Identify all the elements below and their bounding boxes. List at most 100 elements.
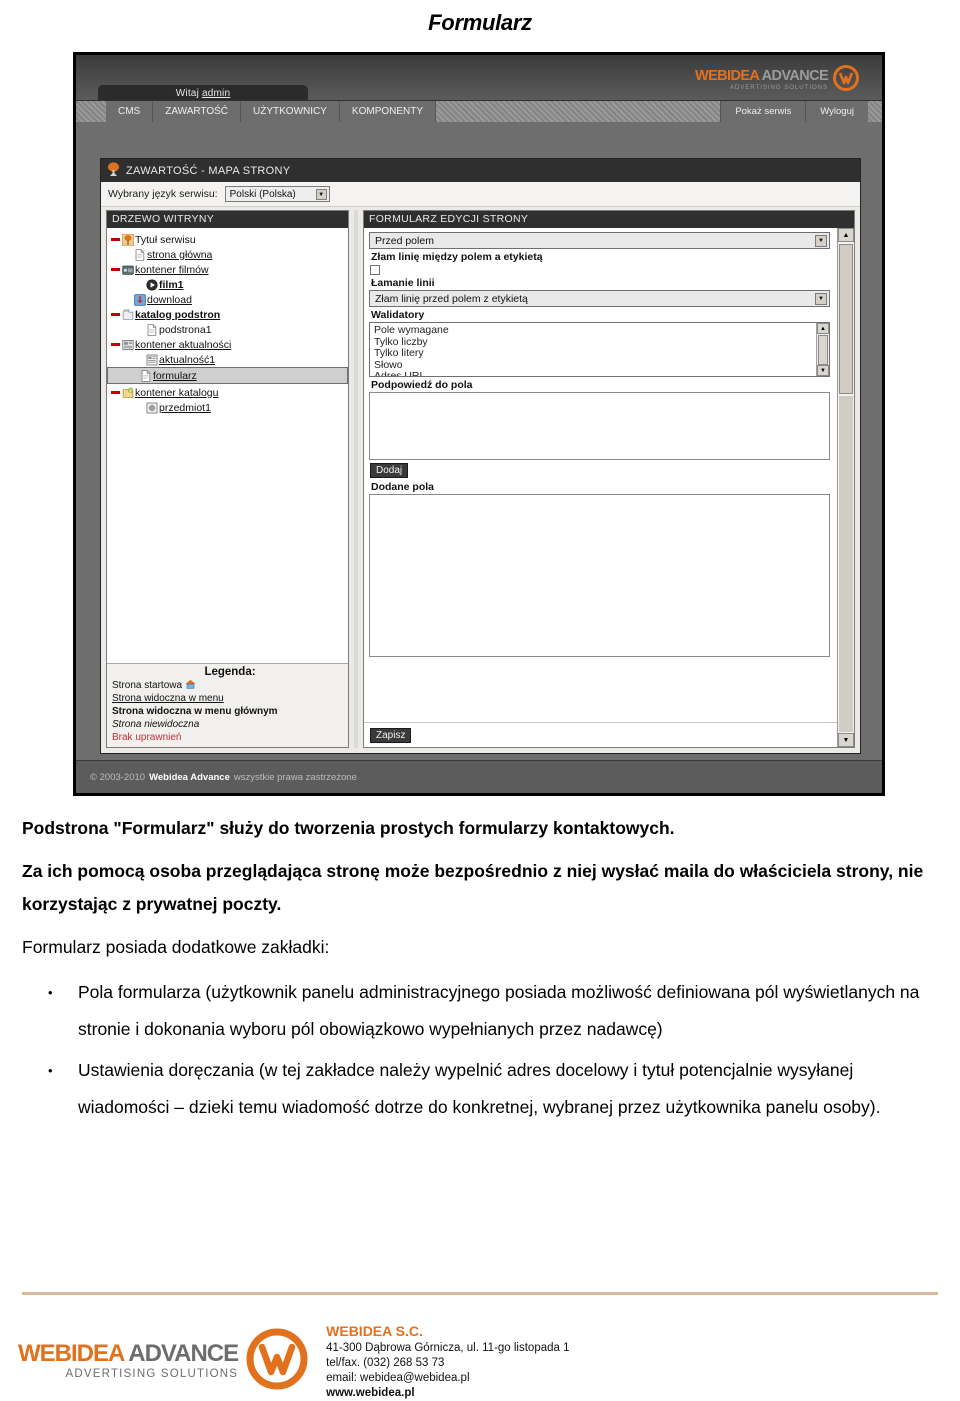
scroll-track[interactable]	[839, 396, 853, 732]
tree-node-label: kontener katalogu	[135, 386, 219, 399]
tree-node-katalog-podstron[interactable]: katalog podstron	[107, 307, 348, 322]
added-fields-textarea[interactable]	[369, 494, 830, 657]
menu-item-uzytkownicy[interactable]: UŻYTKOWNICY	[241, 101, 340, 123]
tree-node-tytu-serwisu[interactable]: Tytuł serwisu	[107, 232, 348, 247]
scroll-down-icon[interactable]: ▼	[817, 365, 829, 376]
add-button[interactable]: Dodaj	[370, 463, 409, 478]
tree-node-label: przedmiot1	[159, 401, 211, 414]
legend-no-permission: Brak uprawnień	[112, 732, 182, 743]
field-hint-textarea[interactable]	[369, 392, 830, 460]
menu-item-wyloguj[interactable]: Wyloguj	[805, 101, 868, 123]
tree-node-strona-g-wna[interactable]: strona główna	[107, 247, 348, 262]
paragraph-2: Za ich pomocą osoba przeglądająca stronę…	[22, 861, 924, 914]
legend-in-menu: Strona widoczna w menu	[112, 693, 224, 704]
scroll-down-icon[interactable]: ▼	[838, 733, 854, 747]
tree-collapse-icon[interactable]	[111, 238, 120, 241]
app-logo-tagline: ADVERTISING SOLUTIONS	[729, 83, 829, 91]
validator-option[interactable]: Słowo	[374, 359, 829, 372]
edit-form-body: Przed polem ▼ Złam linię między polem a …	[364, 228, 854, 722]
tree-node-download[interactable]: download	[107, 292, 348, 307]
footer-logo-word2: ADVANCE	[128, 1340, 239, 1368]
document-footer: WEBIDEA ADVANCE ADVERTISING SOLUTIONS WE…	[0, 1310, 960, 1401]
site-tree[interactable]: Tytuł serwisu strona główna kontener filmó…	[107, 228, 348, 663]
footer-logo-tagline: ADVERTISING SOLUTIONS	[65, 1368, 239, 1381]
tree-node-kontener-aktualno-ci[interactable]: kontener aktualności	[107, 337, 348, 352]
app-logo: WEBIDEA ADVANCE ADVERTISING SOLUTIONS	[695, 63, 870, 97]
tree-node-kontener-film-w[interactable]: kontener filmów	[107, 262, 348, 277]
footer-divider	[22, 1292, 938, 1295]
legend-title: Legenda:	[204, 666, 256, 678]
validator-option[interactable]: Adres URL	[374, 370, 829, 376]
language-select[interactable]: Polski (Polska) ▼	[224, 186, 330, 202]
tree-node-label: download	[147, 293, 192, 306]
tree-node-podstrona1[interactable]: podstrona1	[107, 322, 348, 337]
validators-listbox[interactable]: Pole wymagane Tylko liczby Tylko litery …	[369, 322, 830, 377]
form-panel-scrollbar[interactable]: ▲ ▼	[837, 228, 854, 747]
app-screenshot: Witaj admin WEBIDEA ADVANCE ADVERTISING …	[73, 52, 885, 796]
greeting-user-link[interactable]: admin	[202, 88, 230, 99]
tree-collapse-icon[interactable]	[111, 391, 120, 394]
language-bar: Wybrany język serwisu: Polski (Polska) ▼	[101, 182, 860, 207]
chevron-down-icon: ▼	[815, 293, 827, 305]
validator-option[interactable]: Tylko liczby	[374, 336, 829, 349]
page-icon	[134, 248, 146, 261]
footer-address: 41-300 Dąbrowa Górnicza, ul. 11-go listo…	[326, 1342, 570, 1354]
tree-node-film1[interactable]: film1	[107, 277, 348, 292]
app-menu-right: Pokaż serwis Wyloguj	[720, 101, 868, 123]
tree-node-kontener-katalogu[interactable]: kontener katalogu	[107, 385, 348, 400]
validator-option[interactable]: Pole wymagane	[374, 324, 829, 337]
field-position-select[interactable]: Przed polem ▼	[369, 232, 830, 249]
validator-option[interactable]: Tylko litery	[374, 347, 829, 360]
film-icon	[146, 278, 158, 291]
news-icon	[146, 354, 158, 366]
tree-node-label: Tytuł serwisu	[135, 233, 196, 246]
legend-box: Legenda: Strona startowa Strona widoczna…	[107, 663, 348, 747]
field-position-value: Przed polem	[375, 234, 434, 247]
tree-collapse-icon[interactable]	[111, 343, 120, 346]
menu-item-cms[interactable]: CMS	[106, 101, 154, 123]
site-tree-header: DRZEWO WITRYNY	[107, 211, 348, 228]
scroll-thumb[interactable]	[818, 335, 828, 365]
footer-logo-word1: WEBIDEA	[18, 1340, 124, 1368]
tree-collapse-icon[interactable]	[111, 313, 120, 316]
feature-list: Pola formularza (użytkownik panelu admin…	[0, 974, 960, 1126]
footer-company-name: WEBIDEA S.C.	[326, 1323, 423, 1339]
tree-collapse-icon[interactable]	[111, 268, 120, 271]
edit-form-header: FORMULARZ EDYCJI STRONY	[364, 211, 854, 228]
site-tree-panel: DRZEWO WITRYNY Tytuł serwisu strona główn…	[106, 210, 349, 748]
app-menubar: CMS ZAWARTOŚĆ UŻYTKOWNICY KOMPONENTY Pok…	[76, 100, 882, 123]
list-item: Ustawienia doręczania (w tej zakładce na…	[0, 1052, 960, 1126]
save-button[interactable]: Zapisz	[370, 728, 412, 743]
item-icon	[146, 402, 158, 414]
tree-node-aktualno-1[interactable]: aktualność1	[107, 352, 348, 367]
footer-copyright-pre: © 2003-2010	[90, 771, 146, 783]
panel-columns: DRZEWO WITRYNY Tytuł serwisu strona główn…	[101, 207, 860, 753]
catalog-icon	[122, 309, 134, 321]
tree-node-formularz[interactable]: formularz	[107, 367, 348, 384]
tree-node-przedmiot1[interactable]: przedmiot1	[107, 400, 348, 415]
legend-hidden: Strona niewidoczna	[112, 719, 200, 730]
app-logo-word1: WEBIDEA	[695, 68, 759, 85]
app-menu-left: CMS ZAWARTOŚĆ UŻYTKOWNICY KOMPONENTY	[106, 101, 437, 123]
page-icon	[140, 369, 152, 382]
language-select-value: Polski (Polska)	[229, 188, 296, 200]
tree-node-label: katalog podstron	[135, 308, 221, 321]
download-icon	[134, 293, 146, 306]
menu-item-pokaz-serwis[interactable]: Pokaż serwis	[720, 101, 806, 123]
tree-node-label: strona główna	[147, 248, 213, 261]
home-icon	[185, 679, 196, 691]
scroll-thumb[interactable]	[839, 244, 853, 394]
line-break-select[interactable]: Złam linię przed polem z etykietą ▼	[369, 290, 830, 307]
menu-item-zawartosc[interactable]: ZAWARTOŚĆ	[153, 101, 242, 123]
scroll-up-icon[interactable]: ▲	[838, 228, 854, 242]
tree-node-label: aktualność1	[159, 353, 216, 366]
validators-scrollbar[interactable]: ▲ ▼	[816, 323, 829, 376]
menu-item-komponenty[interactable]: KOMPONENTY	[339, 101, 437, 123]
break-between-checkbox[interactable]	[370, 265, 380, 275]
scroll-up-icon[interactable]: ▲	[817, 323, 829, 334]
paragraph-3: Formularz posiada dodatkowe zakładki:	[22, 937, 330, 957]
